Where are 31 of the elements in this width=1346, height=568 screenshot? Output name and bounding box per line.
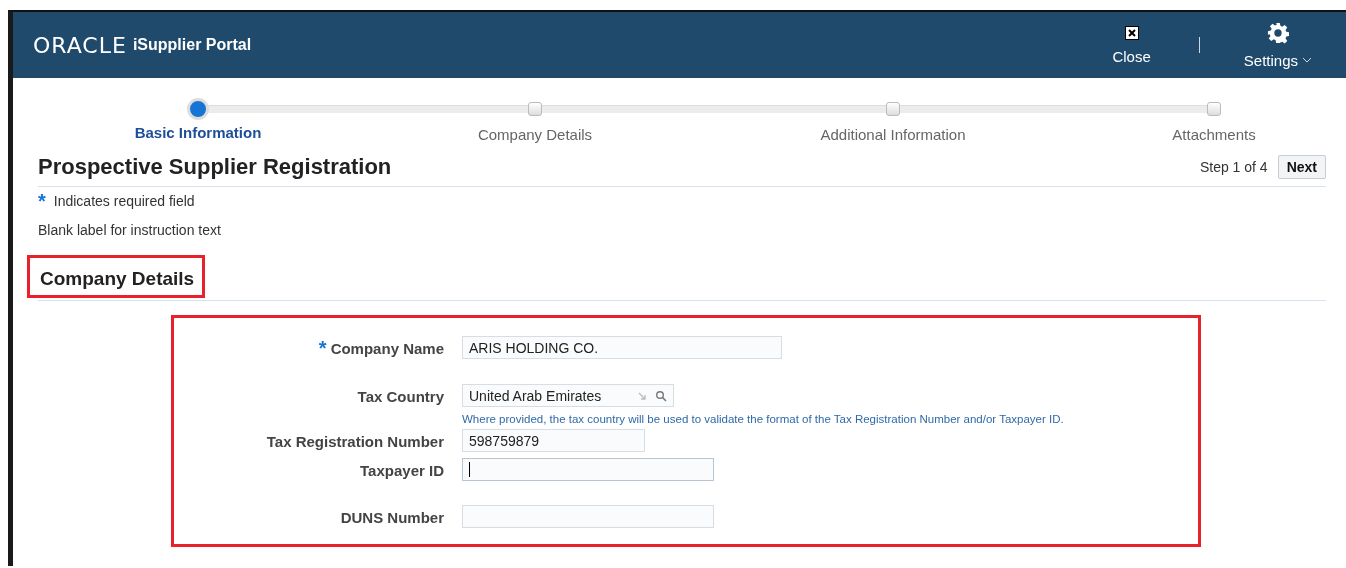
hint-text: Where provided, the tax country will be used to validate the format of the Tax Registration Number and/or Taxpayer ID.	[462, 413, 1064, 425]
required-mark: *	[38, 193, 46, 209]
step-label[interactable]: Basic Information	[134, 124, 262, 141]
caret-icon	[1302, 57, 1312, 63]
close-button[interactable]: Close	[1112, 25, 1151, 65]
required-note: Indicates required field	[53, 193, 195, 209]
input-field[interactable]	[462, 505, 714, 528]
step-label[interactable]: Attachments	[1172, 126, 1256, 143]
settings-icon	[1266, 21, 1289, 44]
lookup-field[interactable]: United Arab Emirates	[462, 384, 674, 407]
input-field[interactable]: ARIS HOLDING CO.	[462, 336, 782, 359]
field-label: Taxpayer ID	[360, 462, 444, 479]
step-label[interactable]: Additional Information	[820, 126, 966, 143]
product-name: iSupplier Portal	[132, 36, 252, 54]
required-mark: *	[318, 340, 327, 356]
logo: ORACLE	[33, 32, 127, 58]
section-title: Company Details	[27, 255, 206, 298]
next-button[interactable]: Next	[1277, 155, 1326, 179]
instruction-text: Blank label for instruction text	[38, 222, 222, 238]
step-label[interactable]: Company Details	[477, 126, 593, 143]
field-label: Company Name	[330, 340, 444, 357]
input-field[interactable]: 598759879	[462, 429, 645, 452]
step-counter: Step 1 of 4	[1199, 159, 1268, 175]
input-field[interactable]	[462, 458, 714, 481]
settings-button[interactable]: Settings	[1243, 21, 1312, 69]
field-label: Tax Registration Number	[266, 433, 444, 450]
page-title: Prospective Supplier Registration	[38, 154, 392, 180]
field-label: DUNS Number	[340, 509, 444, 526]
search-icon	[655, 389, 667, 402]
field-label: Tax Country	[357, 388, 444, 405]
close-icon	[1124, 25, 1139, 40]
